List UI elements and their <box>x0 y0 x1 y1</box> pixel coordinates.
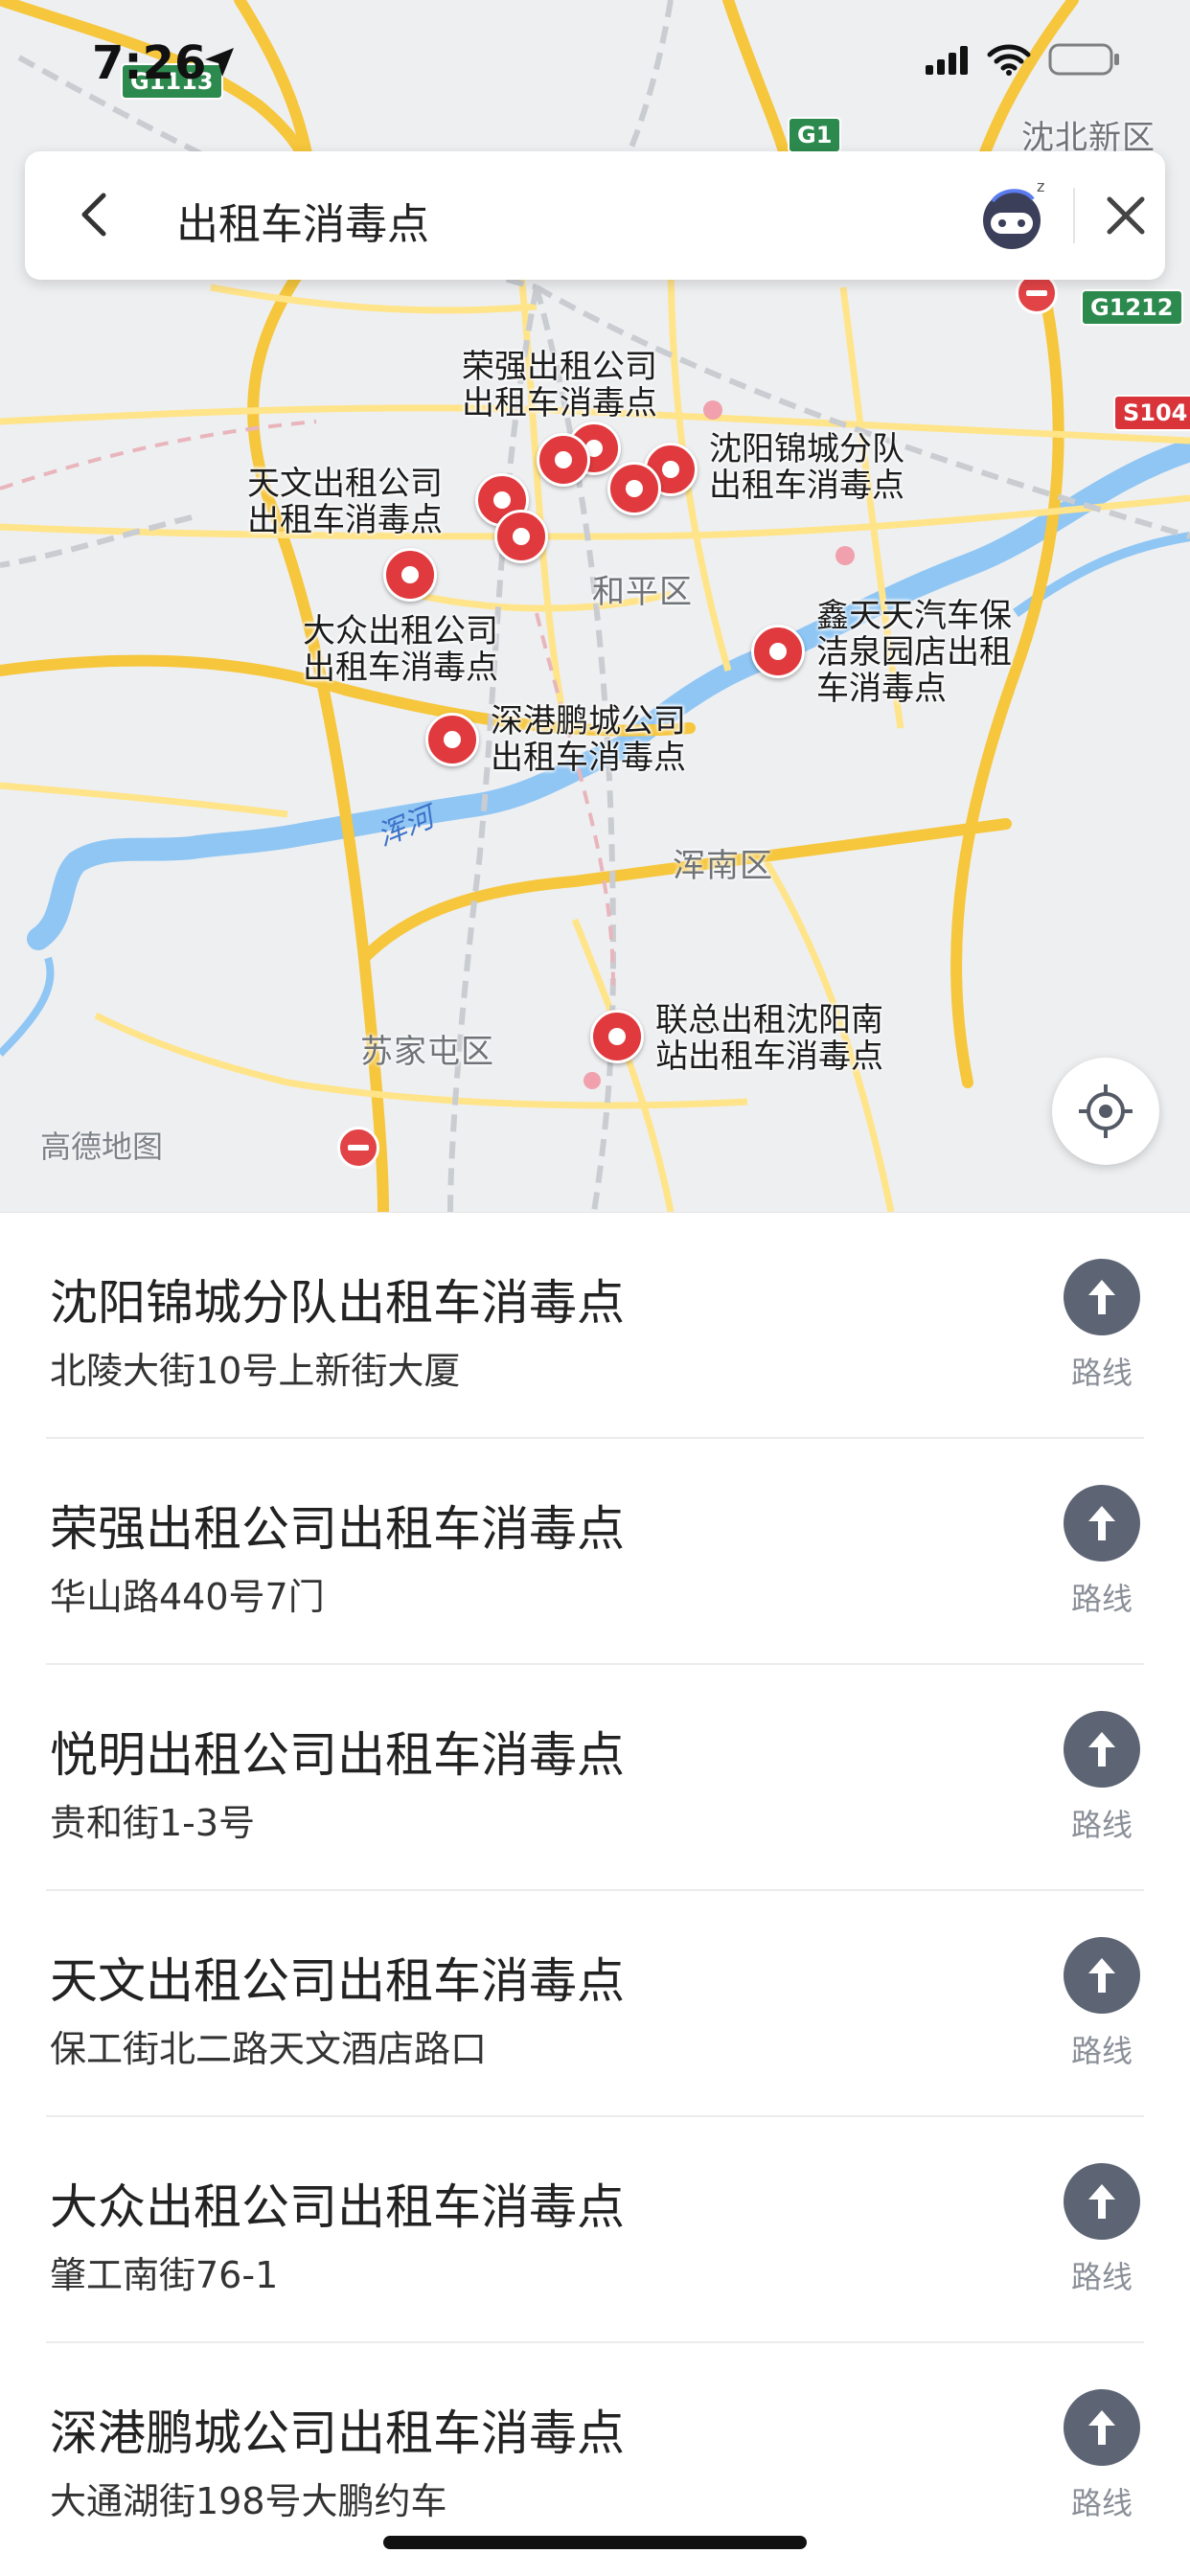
poi-label-shenggangpengcheng: 深港鹏城公司 出租车消毒点 <box>491 702 686 777</box>
poi-label-lianzong: 联总出租沈阳南 站出租车消毒点 <box>655 1001 883 1076</box>
highway-shield-s104: S104 <box>1113 395 1190 431</box>
search-bar[interactable]: 出租车消毒点 z <box>25 151 1165 280</box>
route-arrow-icon <box>1088 2410 1115 2445</box>
search-query[interactable]: 出租车消毒点 <box>176 190 429 251</box>
map-pin[interactable] <box>607 462 661 515</box>
poi-label-jincheng: 沈阳锦城分队 出租车消毒点 <box>709 430 904 505</box>
back-arrow-icon[interactable] <box>67 186 125 243</box>
location-arrow-icon <box>205 48 234 77</box>
result-address: 贵和街1-3号 <box>50 1802 256 1844</box>
close-icon[interactable] <box>1098 188 1154 243</box>
result-name[interactable]: 大众出租公司出租车消毒点 <box>50 2169 625 2238</box>
no-entry-icon <box>337 1127 379 1169</box>
result-address: 华山路440号7门 <box>50 1576 325 1618</box>
route-label: 路线 <box>1070 2259 1133 2295</box>
route-button[interactable]: 路线 <box>1058 1259 1146 1393</box>
map-watermark: 高德地图 <box>40 1128 164 1165</box>
result-name[interactable]: 沈阳锦城分队出租车消毒点 <box>50 1265 625 1334</box>
wifi-icon <box>987 44 1031 76</box>
route-arrow-icon <box>1088 1506 1115 1540</box>
route-arrow-icon <box>1088 1280 1115 1314</box>
district-label-heping: 和平区 <box>592 573 693 611</box>
map-pin-dazhong[interactable] <box>383 548 437 602</box>
result-name[interactable]: 悦明出租公司出租车消毒点 <box>50 1717 625 1786</box>
locate-button[interactable] <box>1052 1058 1159 1165</box>
route-label: 路线 <box>1070 1807 1133 1843</box>
route-label: 路线 <box>1070 1355 1133 1391</box>
map-pin-shenggangpengcheng[interactable] <box>425 713 479 766</box>
highway-shield-g1212: G1212 <box>1081 289 1183 326</box>
list-item[interactable]: 大众出租公司出租车消毒点 肇工南街76-1 路线 <box>0 2117 1190 2343</box>
route-button[interactable]: 路线 <box>1058 2163 1146 2297</box>
route-label: 路线 <box>1070 1581 1133 1617</box>
list-item[interactable]: 天文出租公司出租车消毒点 保工街北二路天文酒店路口 路线 <box>0 1891 1190 2117</box>
list-item[interactable]: 悦明出租公司出租车消毒点 贵和街1-3号 路线 <box>0 1665 1190 1891</box>
poi-label-dazhong: 大众出租公司 出租车消毒点 <box>303 612 498 687</box>
status-bar: 7:26 <box>0 0 1190 134</box>
result-address: 大通湖街198号大鹏约车 <box>50 2480 447 2522</box>
map-pin[interactable] <box>494 510 548 563</box>
status-time: 7:26 <box>92 36 207 90</box>
result-address: 保工街北二路天文酒店路口 <box>50 2028 488 2070</box>
result-list[interactable]: 沈阳锦城分队出租车消毒点 北陵大街10号上新街大厦 路线 荣强出租公司出租车消毒… <box>0 1212 1190 2576</box>
map-pin-lianzong[interactable] <box>590 1010 644 1063</box>
svg-text:z: z <box>1037 177 1044 195</box>
route-arrow-icon <box>1088 1732 1115 1767</box>
search-divider <box>1073 188 1075 243</box>
district-label-sujiatun: 苏家屯区 <box>360 1033 494 1071</box>
poi-label-rongqiang: 荣强出租公司 出租车消毒点 <box>462 348 657 422</box>
result-name[interactable]: 深港鹏城公司出租车消毒点 <box>50 2395 625 2464</box>
home-indicator[interactable] <box>383 2536 807 2549</box>
route-button[interactable]: 路线 <box>1058 1711 1146 1845</box>
result-address: 肇工南街76-1 <box>50 2254 279 2296</box>
route-arrow-icon <box>1088 1958 1115 1993</box>
route-label: 路线 <box>1070 2485 1133 2521</box>
poi-label-xintiantian: 鑫天天汽车保 洁泉园店出租 车消毒点 <box>816 597 1012 708</box>
route-button[interactable]: 路线 <box>1058 1485 1146 1619</box>
district-label-hunnan: 浑南区 <box>673 847 773 885</box>
map-pin[interactable] <box>537 433 590 487</box>
route-arrow-icon <box>1088 2184 1115 2219</box>
list-item[interactable]: 荣强出租公司出租车消毒点 华山路440号7门 路线 <box>0 1439 1190 1665</box>
route-button[interactable]: 路线 <box>1058 1937 1146 2071</box>
result-address: 北陵大街10号上新街大厦 <box>50 1350 461 1392</box>
list-item[interactable]: 沈阳锦城分队出租车消毒点 北陵大街10号上新街大厦 路线 <box>0 1213 1190 1439</box>
battery-icon <box>1048 43 1119 76</box>
cellular-signal-icon <box>926 46 968 75</box>
route-button[interactable]: 路线 <box>1058 2389 1146 2523</box>
voice-assistant-icon[interactable]: z <box>973 174 1056 257</box>
route-label: 路线 <box>1070 2033 1133 2069</box>
result-name[interactable]: 荣强出租公司出租车消毒点 <box>50 1491 625 1560</box>
result-name[interactable]: 天文出租公司出租车消毒点 <box>50 1943 625 2012</box>
crosshair-icon <box>1079 1084 1133 1138</box>
poi-label-tianwen: 天文出租公司 出租车消毒点 <box>247 465 443 539</box>
map-pin-xintiantian[interactable] <box>751 625 805 678</box>
